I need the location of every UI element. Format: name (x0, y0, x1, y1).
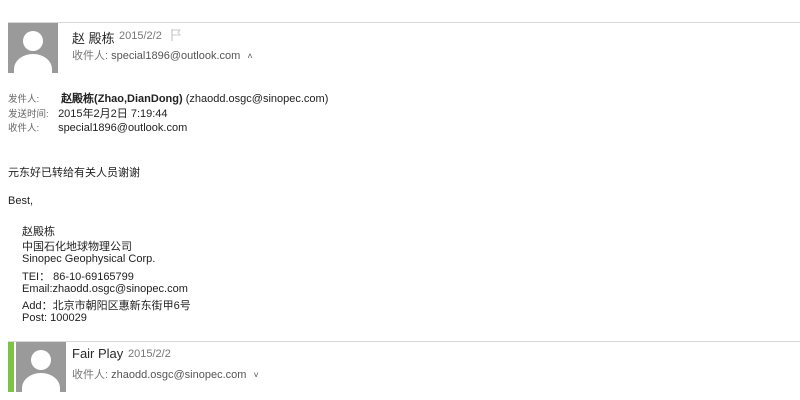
divider (8, 341, 800, 342)
signature-line: 赵殿栋 (22, 226, 55, 238)
sender-avatar (8, 23, 58, 73)
to-row: 收件人: special1896@outlook.com (8, 120, 187, 134)
recipient-line: 收件人: zhaodd.osgc@sinopec.com ˅ (72, 366, 259, 382)
to-value[interactable]: special1896@outlook.com (58, 122, 187, 134)
recipient-label: 收件人: (72, 369, 109, 381)
message-date: 2015/2/2 (119, 30, 162, 42)
signature-line: Post: 100029 (22, 312, 87, 324)
from-row: 发件人: 赵殿栋(Zhao,DianDong) (zhaodd.osgc@sin… (8, 90, 328, 106)
chevron-up-icon[interactable]: ˄ (247, 51, 252, 61)
from-value[interactable]: 赵殿栋(Zhao,DianDong) (zhaodd.osgc@sinopec.… (61, 93, 328, 105)
sent-value: 2015年2月2日 7:19:44 (58, 108, 168, 120)
selected-message-indicator (8, 342, 14, 392)
signature-line: Add：北京市朝阳区惠新东街甲6号 (22, 300, 191, 312)
from-label: 发件人: (8, 94, 40, 105)
sender-name[interactable]: 赵 殿栋 (72, 28, 115, 47)
signature-line: Email:zhaodd.osgc@sinopec.com (22, 283, 188, 295)
message-body-text: 元东好已转给有关人员谢谢 (8, 167, 140, 179)
avatar-head-shape (31, 350, 51, 370)
recipient-address[interactable]: special1896@outlook.com (111, 50, 240, 62)
recipient-line: 收件人: special1896@outlook.com ˄ (72, 47, 253, 63)
sent-label: 发送时间: (8, 109, 49, 120)
avatar-body-shape (22, 373, 60, 392)
sent-row: 发送时间: 2015年2月2日 7:19:44 (8, 105, 168, 121)
signature-line: 中国石化地球物理公司 (22, 241, 132, 253)
closing-text: Best, (8, 195, 34, 207)
recipient-address[interactable]: zhaodd.osgc@sinopec.com (111, 369, 246, 381)
avatar-head-shape (23, 31, 43, 51)
recipient-label: 收件人: (72, 50, 109, 62)
sender-avatar (16, 342, 66, 392)
sender-name[interactable]: Fair Play (72, 346, 123, 361)
message-date: 2015/2/2 (128, 348, 171, 360)
avatar-body-shape (14, 54, 52, 73)
signature-line: Sinopec Geophysical Corp. (22, 253, 156, 265)
chevron-down-icon[interactable]: ˅ (254, 370, 259, 380)
divider (8, 22, 800, 23)
signature-line: TEI： 86-10-69165799 (22, 271, 134, 283)
from-name: 赵殿栋(Zhao,DianDong) (61, 93, 183, 105)
email-thread-view: 赵 殿栋 2015/2/2 收件人: special1896@outlook.c… (0, 0, 800, 400)
flag-icon[interactable] (171, 29, 181, 41)
from-email: (zhaodd.osgc@sinopec.com) (185, 93, 329, 105)
to-label: 收件人: (8, 123, 40, 134)
